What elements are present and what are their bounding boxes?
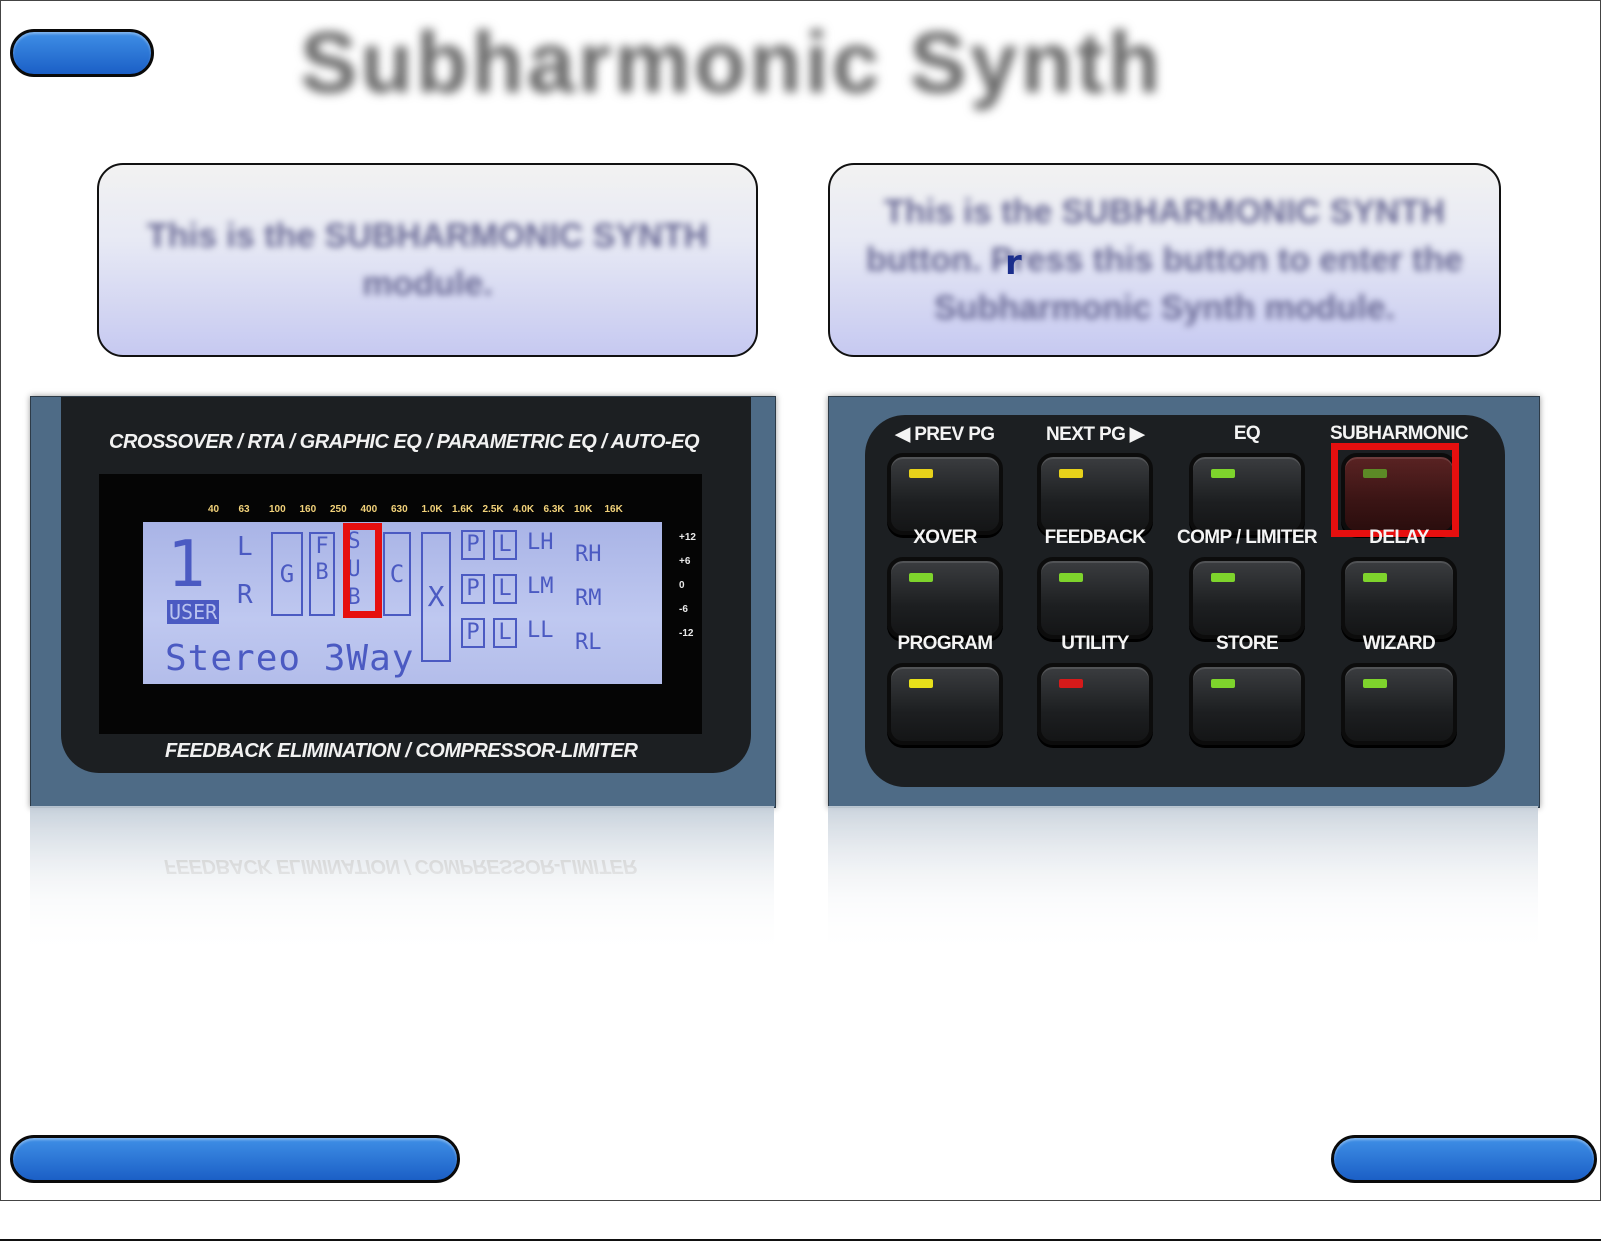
freq-label: 100 — [269, 504, 286, 515]
limiter-block: L — [493, 530, 517, 560]
param-eq-block: P — [461, 574, 485, 604]
param-eq-block: P — [461, 530, 485, 560]
button-label: SUBHARMONIC — [1329, 423, 1469, 444]
input-right-label: R — [237, 580, 253, 610]
button-label: UTILITY — [1061, 633, 1129, 654]
output-label-left: LM — [527, 574, 554, 599]
db-label: -12 — [679, 628, 694, 639]
eq-button[interactable] — [1189, 453, 1305, 535]
freq-label: 1.0K — [421, 504, 443, 515]
freq-label: 630 — [391, 504, 408, 515]
freq-label: 63 — [238, 504, 250, 515]
output-label-right: RL — [575, 630, 602, 655]
freq-label: 4.0K — [513, 504, 535, 515]
button-label: EQ — [1233, 423, 1261, 444]
output-label-left: LH — [527, 530, 554, 555]
db-scale: +12 +6 0 -6 -12 — [679, 532, 703, 652]
db-label: +12 — [679, 532, 696, 543]
button-label: XOVER — [913, 527, 977, 548]
right-callout: This is the SUBHARMONIC SYNTH button. Pr… — [828, 163, 1501, 357]
delay-button[interactable] — [1341, 557, 1457, 639]
program-number: 1 — [167, 528, 206, 602]
output-label-right: RH — [575, 542, 602, 567]
freq-label: 1.6K — [452, 504, 474, 515]
bottom-right-nav-button[interactable] — [1331, 1135, 1597, 1183]
prev-pg-button[interactable] — [887, 453, 1003, 535]
lcd-bezel: 40 63 100 160 250 400 630 1.0K 1.6K 2.5K 4.0K 6.3K 1… — [99, 474, 702, 734]
status-led-icon — [1059, 679, 1083, 688]
button-panel-photo: ◀ PREV PG NEXT PG ▶ EQ SUBHARMONIC XOVER FEED… — [828, 396, 1540, 808]
geq-block: G — [271, 532, 303, 616]
compressor-block: C — [383, 532, 411, 616]
text-cursor-char: r — [1005, 243, 1022, 283]
button-label: STORE — [1215, 633, 1279, 654]
param-eq-block: P — [461, 618, 485, 648]
left-callout: This is the SUBHARMONIC SYNTH module. — [97, 163, 758, 357]
button-label: PROGRAM — [897, 633, 993, 654]
lcd-top-caption: CROSSOVER / RTA / GRAPHIC EQ / PARAMETRI… — [109, 431, 700, 453]
status-led-icon — [1211, 469, 1235, 478]
input-left-label: L — [237, 532, 253, 562]
sub-highlight-box — [343, 523, 382, 618]
freq-label: 2.5K — [482, 504, 504, 515]
status-led-icon — [1211, 573, 1235, 582]
freq-label: 40 — [208, 504, 220, 515]
db-label: +6 — [679, 556, 691, 567]
button-grid: ◀ PREV PG NEXT PG ▶ EQ SUBHARMONIC XOVER FEED… — [829, 397, 1539, 807]
xover-button[interactable] — [887, 557, 1003, 639]
subharmonic-highlight-box — [1331, 443, 1459, 537]
button-label: COMP / LIMITER — [1176, 527, 1318, 548]
status-led-icon — [1211, 679, 1235, 688]
program-button[interactable] — [887, 663, 1003, 745]
db-label: 0 — [679, 580, 685, 591]
lcd-panel-reflection: FEEDBACK ELIMINATION / COMPRESSOR-LIMITE… — [30, 806, 774, 958]
status-led-icon — [1059, 573, 1083, 582]
lcd-screen: 1 USER L R G F B S U B C X P L LH RH P L LM RM P… — [143, 522, 662, 684]
right-callout-text: This is the SUBHARMONIC SYNTH button. Pr… — [866, 193, 1463, 327]
limiter-block: L — [493, 618, 517, 648]
lcd-panel-photo: CROSSOVER / RTA / GRAPHIC EQ / PARAMETRI… — [30, 396, 776, 808]
left-callout-text: This is the SUBHARMONIC SYNTH module. — [146, 217, 709, 303]
reflection-fade — [30, 806, 774, 958]
freq-label: 400 — [360, 504, 378, 515]
freq-label: 16K — [604, 504, 623, 515]
button-reflection-fade — [828, 806, 1538, 958]
status-led-icon — [909, 573, 933, 582]
freq-label: 160 — [299, 504, 317, 515]
crossover-block: X — [421, 532, 451, 662]
store-button[interactable] — [1189, 663, 1305, 745]
limiter-block: L — [493, 574, 517, 604]
top-left-nav-button[interactable] — [10, 29, 154, 77]
utility-button[interactable] — [1037, 663, 1153, 745]
freq-label: 250 — [330, 504, 347, 515]
bottom-left-nav-button[interactable] — [10, 1135, 460, 1183]
output-label-right: RM — [575, 586, 602, 611]
status-led-icon — [909, 679, 933, 688]
freq-label: 10K — [574, 504, 593, 515]
user-badge: USER — [167, 600, 220, 624]
status-led-icon — [1059, 469, 1083, 478]
feedback-block: F B — [309, 532, 335, 616]
lcd-bottom-caption: FEEDBACK ELIMINATION / COMPRESSOR-LIMITE… — [165, 740, 638, 762]
freq-label: 6.3K — [543, 504, 565, 515]
status-led-icon — [1363, 679, 1387, 688]
button-panel-reflection — [828, 806, 1538, 958]
wizard-button[interactable] — [1341, 663, 1457, 745]
status-led-icon — [909, 469, 933, 478]
button-label: NEXT PG ▶ — [1046, 424, 1145, 445]
output-chains: P L LH RH P L LM RM P L LL RL — [457, 530, 657, 660]
page-title: Subharmonic Synth — [300, 15, 1164, 111]
program-name: Stereo 3Way — [165, 638, 415, 679]
button-label: DELAY — [1369, 527, 1429, 548]
button-label: FEEDBACK — [1044, 527, 1146, 548]
next-pg-button[interactable] — [1037, 453, 1153, 535]
status-led-icon — [1363, 573, 1387, 582]
frequency-scale: 40 63 100 160 250 400 630 1.0K 1.6K 2.5K 4.0K 6.3K 1… — [208, 504, 628, 516]
output-label-left: LL — [527, 618, 554, 643]
comp-limiter-button[interactable] — [1189, 557, 1305, 639]
button-label: WIZARD — [1362, 633, 1436, 654]
feedback-button[interactable] — [1037, 557, 1153, 639]
db-label: -6 — [679, 604, 688, 615]
button-label: ◀ PREV PG — [895, 424, 996, 445]
